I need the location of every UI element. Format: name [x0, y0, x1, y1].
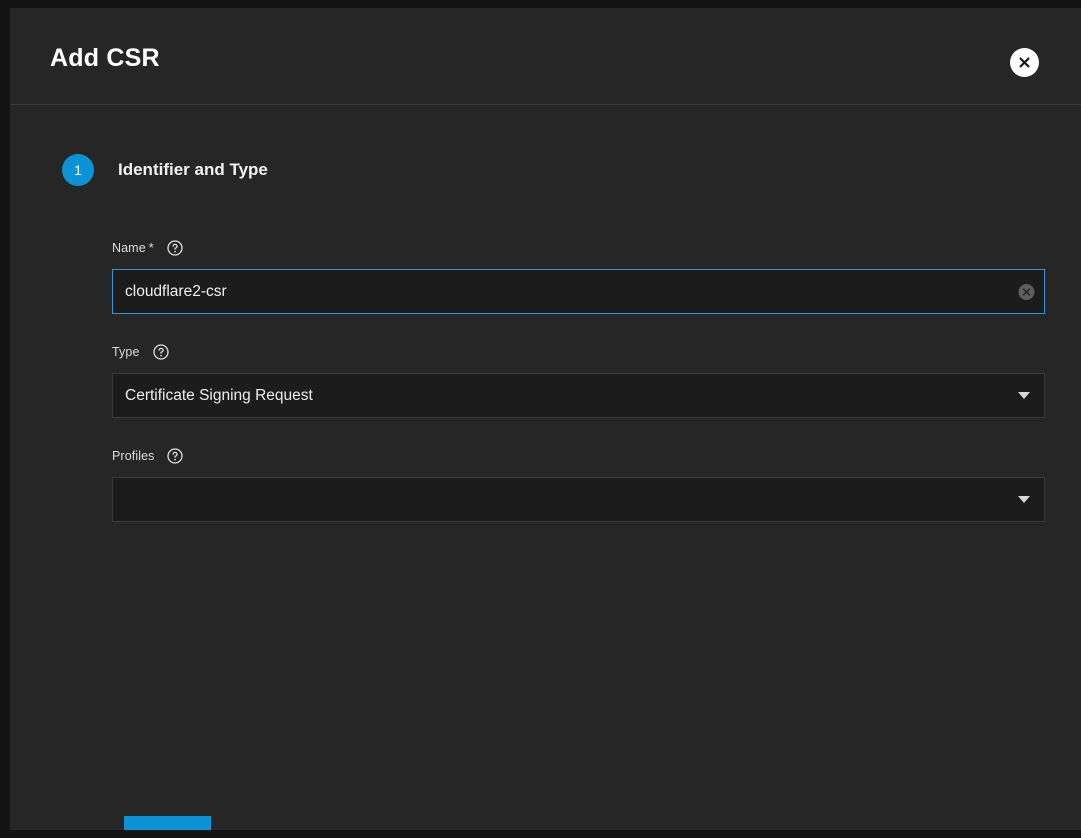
close-icon[interactable]	[1010, 48, 1039, 77]
dialog-actions: Next	[124, 816, 211, 830]
name-required-marker: *	[149, 241, 154, 255]
type-label: Type	[112, 345, 140, 359]
name-field-group: Name *	[112, 238, 1045, 314]
step-content: Name *	[112, 238, 1045, 550]
profiles-select[interactable]	[112, 477, 1045, 522]
profiles-field-group: Profiles	[112, 446, 1045, 522]
profiles-control	[112, 477, 1045, 522]
profiles-label-row: Profiles	[112, 446, 1045, 466]
app-frame: Add CSR 1 Identifier and Type	[0, 0, 1081, 838]
dialog-body: 1 Identifier and Type Name *	[10, 104, 1081, 830]
help-circle-icon[interactable]	[167, 240, 183, 256]
name-control	[112, 269, 1045, 314]
type-select[interactable]: Certificate Signing Request	[112, 373, 1045, 418]
dialog-header: Add CSR	[10, 8, 1081, 104]
clear-icon[interactable]	[1018, 283, 1035, 300]
step-header: 1 Identifier and Type	[62, 154, 268, 186]
type-control: Certificate Signing Request	[112, 373, 1045, 418]
add-csr-dialog: Add CSR 1 Identifier and Type	[10, 8, 1081, 830]
type-field-group: Type Certificate Signing Request	[112, 342, 1045, 418]
type-label-row: Type	[112, 342, 1045, 362]
page-title: Add CSR	[50, 44, 160, 73]
chevron-down-icon	[1018, 392, 1030, 399]
name-label-row: Name *	[112, 238, 1045, 258]
type-select-value: Certificate Signing Request	[125, 387, 1008, 405]
step-title: Identifier and Type	[118, 160, 268, 180]
name-input[interactable]	[112, 269, 1045, 314]
name-label: Name	[112, 241, 146, 255]
step-number-badge: 1	[62, 154, 94, 186]
help-circle-icon[interactable]	[153, 344, 169, 360]
help-circle-icon[interactable]	[167, 448, 183, 464]
next-button[interactable]: Next	[124, 816, 211, 830]
profiles-label: Profiles	[112, 449, 154, 463]
chevron-down-icon	[1018, 496, 1030, 503]
